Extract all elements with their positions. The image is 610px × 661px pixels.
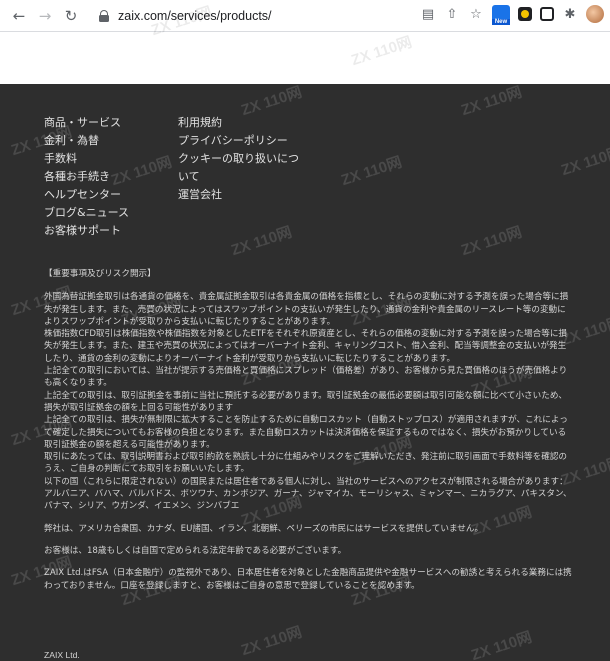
- toolbar-icons: ▤ ⇧ ☆ New ✱: [420, 5, 604, 25]
- puzzle-icon[interactable]: ✱: [562, 6, 578, 22]
- url-text: zaix.com/services/products/: [118, 8, 272, 23]
- restricted-countries: アルバニア、バハマ、バルバドス、ボツワナ、カンボジア、ガーナ、ジャマイカ、モーリ…: [44, 489, 572, 512]
- forward-arrow-icon[interactable]: →: [34, 5, 56, 27]
- browser-toolbar: ← → ↻ zaix.com/services/products/ ▤ ⇧ ☆ …: [0, 0, 610, 32]
- translate-icon[interactable]: ▤: [420, 6, 436, 22]
- footer-links-right: 利用規約 プライバシーポリシー クッキーの取り扱いについて 運営会社: [178, 114, 300, 204]
- service-restriction-notice: 弊社は、アメリカ合衆国、カナダ、EU諸国、イラン、北朝鮮、ベリーズの市民にはサー…: [44, 523, 484, 534]
- footer-link-privacy[interactable]: プライバシーポリシー: [178, 132, 300, 150]
- bookmark-star-icon[interactable]: ☆: [468, 6, 484, 22]
- risk-paragraph: 株価指数CFD取引は株価指数や株価指数を対象としたETFをそれぞれ原資産とし、そ…: [44, 329, 568, 364]
- risk-paragraph: 上記全ての取引は、損失が無制限に拡大することを防止するために自動ロスカット（自動…: [44, 415, 568, 450]
- reload-icon[interactable]: ↻: [60, 5, 82, 27]
- extension-icon[interactable]: [518, 7, 532, 21]
- extension-b-icon[interactable]: [540, 7, 554, 21]
- risk-paragraph: 上記全ての取引は、取引証拠金を事前に当社に預託する必要があります。取引証拠金の最…: [44, 390, 568, 413]
- page-header-area: [0, 32, 610, 84]
- footer-link-fees[interactable]: 手数料: [44, 150, 164, 168]
- footer-link-company[interactable]: 運営会社: [178, 186, 300, 204]
- company-name: ZAIX Ltd.: [44, 650, 80, 660]
- site-footer: 商品・サービス 金利・為替 手数料 各種お手続き ヘルプセンター ブログ&ニュー…: [0, 84, 610, 661]
- footer-link-products[interactable]: 商品・サービス: [44, 114, 164, 132]
- risk-paragraph: 上記全ての取引においては、当社が提示する売価格と買価格にスプレッド（価格差）があ…: [44, 366, 568, 389]
- footer-link-cookies[interactable]: クッキーの取り扱いについて: [178, 150, 300, 186]
- footer-link-support[interactable]: お客様サポート: [44, 222, 164, 240]
- new-badge-label: New: [492, 19, 510, 25]
- fsa-notice: ZAIX Ltd.はFSA（日本金融庁）の監視外であり、日本居住者を対象とした金…: [44, 568, 572, 591]
- risk-paragraph: 以下の国（これらに限定されない）の国民または居住者である個人に対し、当社のサービ…: [44, 476, 568, 487]
- risk-paragraph: 外国為替証拠金取引は各通貨の価格を、貴金属証拠金取引は各貴金属の価格を指標とし、…: [44, 292, 569, 327]
- footer-link-help-center[interactable]: ヘルプセンター: [44, 186, 164, 204]
- new-extension-icon[interactable]: New: [492, 5, 510, 25]
- footer-link-terms[interactable]: 利用規約: [178, 114, 300, 132]
- age-requirement-notice: お客様は、18歳もしくは自国で定められる法定年齢である必要がございます。: [44, 545, 347, 556]
- footer-links-left: 商品・サービス 金利・為替 手数料 各種お手続き ヘルプセンター ブログ&ニュー…: [44, 114, 164, 240]
- lock-icon: [98, 9, 110, 22]
- risk-paragraph: 取引にあたっては、取引説明書および取引約款を熟読し十分に仕組みやリスクをご理解い…: [44, 452, 568, 475]
- footer-link-rates[interactable]: 金利・為替: [44, 132, 164, 150]
- risk-heading: 【重要事項及びリスク開示】: [44, 269, 156, 279]
- footer-link-procedures[interactable]: 各種お手続き: [44, 168, 164, 186]
- share-icon[interactable]: ⇧: [444, 6, 460, 22]
- back-arrow-icon[interactable]: ←: [8, 5, 30, 27]
- footer-link-blog-news[interactable]: ブログ&ニュース: [44, 204, 164, 222]
- risk-disclosure: 【重要事項及びリスク開示】 外国為替証拠金取引は各通貨の価格を、貴金属証拠金取引…: [44, 268, 574, 592]
- profile-avatar[interactable]: [586, 5, 604, 23]
